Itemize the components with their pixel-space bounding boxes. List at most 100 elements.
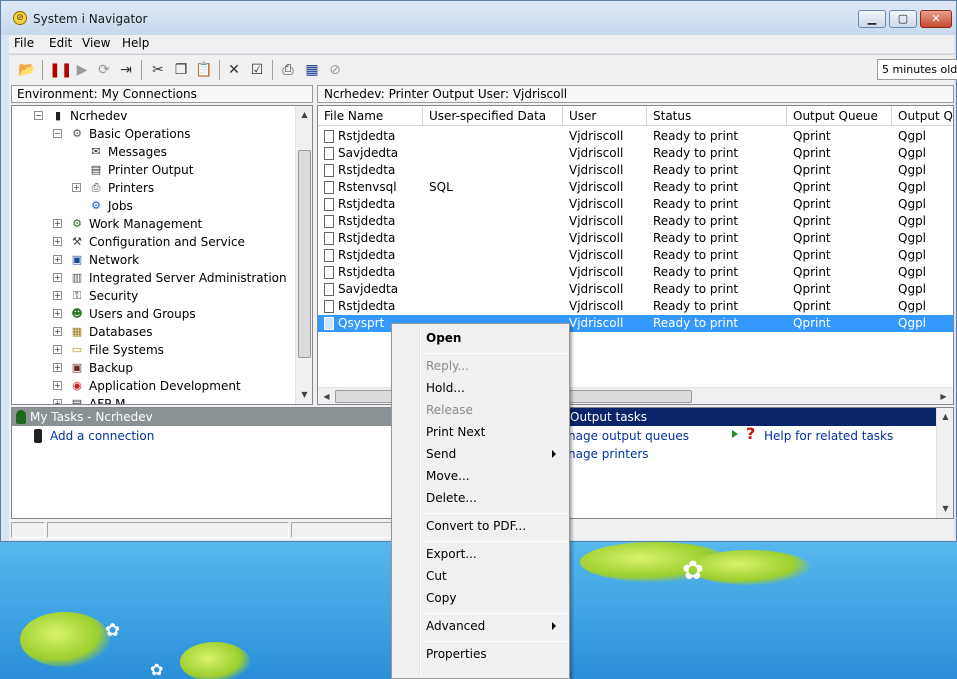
cut-icon[interactable]: ✂	[149, 61, 167, 79]
cell-file-name: Savjdedta	[338, 146, 399, 160]
expand-icon[interactable]: +	[53, 291, 62, 300]
copy-icon[interactable]: ❐	[172, 61, 190, 79]
cancel-icon[interactable]: ⊘	[326, 61, 344, 79]
menu-file[interactable]: File	[14, 36, 34, 50]
tree-vertical-scrollbar[interactable]: ▲ ▼	[295, 106, 312, 404]
column-status[interactable]: Status	[647, 106, 787, 126]
list-row[interactable]: Savjdedta Vjdriscoll Ready to print Qprint Q…	[318, 281, 953, 298]
tree-item[interactable]: + ⚿ Security	[12, 287, 292, 305]
column-output-queue[interactable]: Output Queue	[787, 106, 892, 126]
users-groups-icon: ☻	[71, 307, 83, 320]
menu-item-hold[interactable]: Hold...	[426, 380, 465, 396]
tree-item[interactable]: + ▤ AFP M...	[12, 395, 292, 404]
list-row[interactable]: Rstjdedta Vjdriscoll Ready to print Qprint Q…	[318, 162, 953, 179]
list-row[interactable]: Rstjdedta Vjdriscoll Ready to print Qprint Q…	[318, 264, 953, 281]
add-connection-link[interactable]: Add a connection	[50, 428, 154, 444]
expand-icon[interactable]: +	[53, 363, 62, 372]
menu-item-move[interactable]: Move...	[426, 468, 470, 484]
tree-item[interactable]: ⚙ Jobs	[12, 197, 292, 215]
title-bar[interactable]: ⊘ System i Navigator ▁ ▢ ✕	[1, 1, 956, 35]
collapse-icon[interactable]: −	[53, 129, 62, 138]
list-row[interactable]: Rstjdedta Vjdriscoll Ready to print Qprint Q…	[318, 128, 953, 145]
tree-item[interactable]: + ⚙ Work Management	[12, 215, 292, 233]
expand-icon[interactable]: +	[53, 255, 62, 264]
expand-icon[interactable]: +	[53, 381, 62, 390]
menu-item-open[interactable]: Open	[426, 330, 461, 346]
menu-item-advanced[interactable]: Advanced	[426, 618, 485, 634]
menu-item-print-next[interactable]: Print Next	[426, 424, 485, 440]
list-row[interactable]: Rstjdedta Vjdriscoll Ready to print Qprint Q…	[318, 298, 953, 315]
navigation-tree[interactable]: − ▮ Ncrhedev − ⚙ Basic Operations ✉ Messages ▤ Pr…	[11, 105, 313, 405]
menu-item-copy[interactable]: Copy	[426, 590, 456, 606]
column-user[interactable]: User	[563, 106, 647, 126]
stop-icon[interactable]: ❚❚	[49, 61, 72, 79]
menu-item-convert-to-pdf[interactable]: Convert to PDF...	[426, 518, 526, 534]
collapse-icon[interactable]: −	[34, 111, 43, 120]
scroll-down-icon[interactable]: ▼	[938, 501, 953, 516]
expand-icon[interactable]: +	[53, 273, 62, 282]
scroll-down-icon[interactable]: ▼	[297, 387, 312, 402]
expand-icon[interactable]: +	[53, 327, 62, 336]
tree-item[interactable]: − ▮ Ncrhedev	[12, 107, 292, 125]
menu-item-cut[interactable]: Cut	[426, 568, 447, 584]
print-icon[interactable]: ⎙	[279, 61, 297, 79]
tree-item[interactable]: + ▭ File Systems	[12, 341, 292, 359]
tree-item[interactable]: + ◉ Application Development	[12, 377, 292, 395]
menu-item-export[interactable]: Export...	[426, 546, 477, 562]
task-vertical-scrollbar[interactable]: ▲ ▼	[936, 408, 953, 518]
tree-scroll-thumb[interactable]	[298, 150, 311, 358]
tree-item[interactable]: + ▣ Backup	[12, 359, 292, 377]
tree-item[interactable]: + ▥ Integrated Server Administration	[12, 269, 292, 287]
scroll-up-icon[interactable]: ▲	[297, 107, 312, 122]
list-row[interactable]: Rstjdedta Vjdriscoll Ready to print Qprint Q…	[318, 196, 953, 213]
tree-item-label: Network	[89, 253, 140, 267]
list-row[interactable]: Savjdedta Vjdriscoll Ready to print Qprint Q…	[318, 145, 953, 162]
maximize-button[interactable]: ▢	[889, 10, 917, 28]
expand-icon[interactable]: +	[72, 183, 81, 192]
connect-icon[interactable]: ⟳	[95, 61, 113, 79]
column-user-data[interactable]: User-specified Data	[423, 106, 563, 126]
tree-item[interactable]: ▤ Printer Output	[12, 161, 292, 179]
properties-icon[interactable]: ☑	[248, 61, 266, 79]
delete-icon[interactable]: ✕	[225, 61, 243, 79]
manage-output-queues-link[interactable]: nage output queues	[568, 428, 689, 444]
paste-icon[interactable]: 📋	[195, 61, 213, 79]
menu-item-properties[interactable]: Properties	[426, 646, 487, 662]
tree-item[interactable]: + ⎙ Printers	[12, 179, 292, 197]
play-icon[interactable]: ▶	[73, 61, 91, 79]
tree-item[interactable]: + ▦ Databases	[12, 323, 292, 341]
tree-item[interactable]: + ⚒ Configuration and Service	[12, 233, 292, 251]
manage-printers-link[interactable]: nage printers	[568, 446, 649, 462]
tree-item[interactable]: ✉ Messages	[12, 143, 292, 161]
menu-edit[interactable]: Edit	[49, 36, 72, 50]
scroll-left-icon[interactable]: ◀	[319, 389, 334, 404]
menu-view[interactable]: View	[82, 36, 110, 50]
system-i-navigator-icon: ⊘	[13, 11, 27, 25]
expand-icon[interactable]: +	[53, 219, 62, 228]
open-folder-icon[interactable]: 📂	[18, 61, 36, 79]
close-button[interactable]: ✕	[920, 10, 952, 28]
scroll-up-icon[interactable]: ▲	[938, 409, 953, 424]
menu-item-send[interactable]: Send	[426, 446, 456, 462]
menu-item-delete[interactable]: Delete...	[426, 490, 477, 506]
column-file-name[interactable]: File Name	[318, 106, 423, 126]
expand-icon[interactable]: +	[53, 345, 62, 354]
menu-help[interactable]: Help	[122, 36, 149, 50]
list-row[interactable]: Rstjdedta Vjdriscoll Ready to print Qprint Q…	[318, 247, 953, 264]
help-related-tasks-link[interactable]: Help for related tasks	[764, 428, 893, 444]
tree-item[interactable]: − ⚙ Basic Operations	[12, 125, 292, 143]
expand-icon[interactable]: +	[53, 309, 62, 318]
scroll-right-icon[interactable]: ▶	[936, 389, 951, 404]
list-row[interactable]: Rstjdedta Vjdriscoll Ready to print Qprint Q…	[318, 230, 953, 247]
menu-separator	[422, 613, 567, 614]
list-row[interactable]: Rstenvsql SQL Vjdriscoll Ready to print Qpri…	[318, 179, 953, 196]
export-icon[interactable]: ⇥	[117, 61, 135, 79]
tree-item[interactable]: + ▣ Network	[12, 251, 292, 269]
minimize-button[interactable]: ▁	[858, 10, 886, 28]
list-row[interactable]: Rstjdedta Vjdriscoll Ready to print Qprint Q…	[318, 213, 953, 230]
tree-item[interactable]: + ☻ Users and Groups	[12, 305, 292, 323]
expand-icon[interactable]: +	[53, 237, 62, 246]
column-output-queue-library[interactable]: Output Queue Library	[892, 106, 953, 126]
expand-icon[interactable]: +	[53, 399, 62, 404]
options-icon[interactable]: ▦	[303, 61, 321, 79]
